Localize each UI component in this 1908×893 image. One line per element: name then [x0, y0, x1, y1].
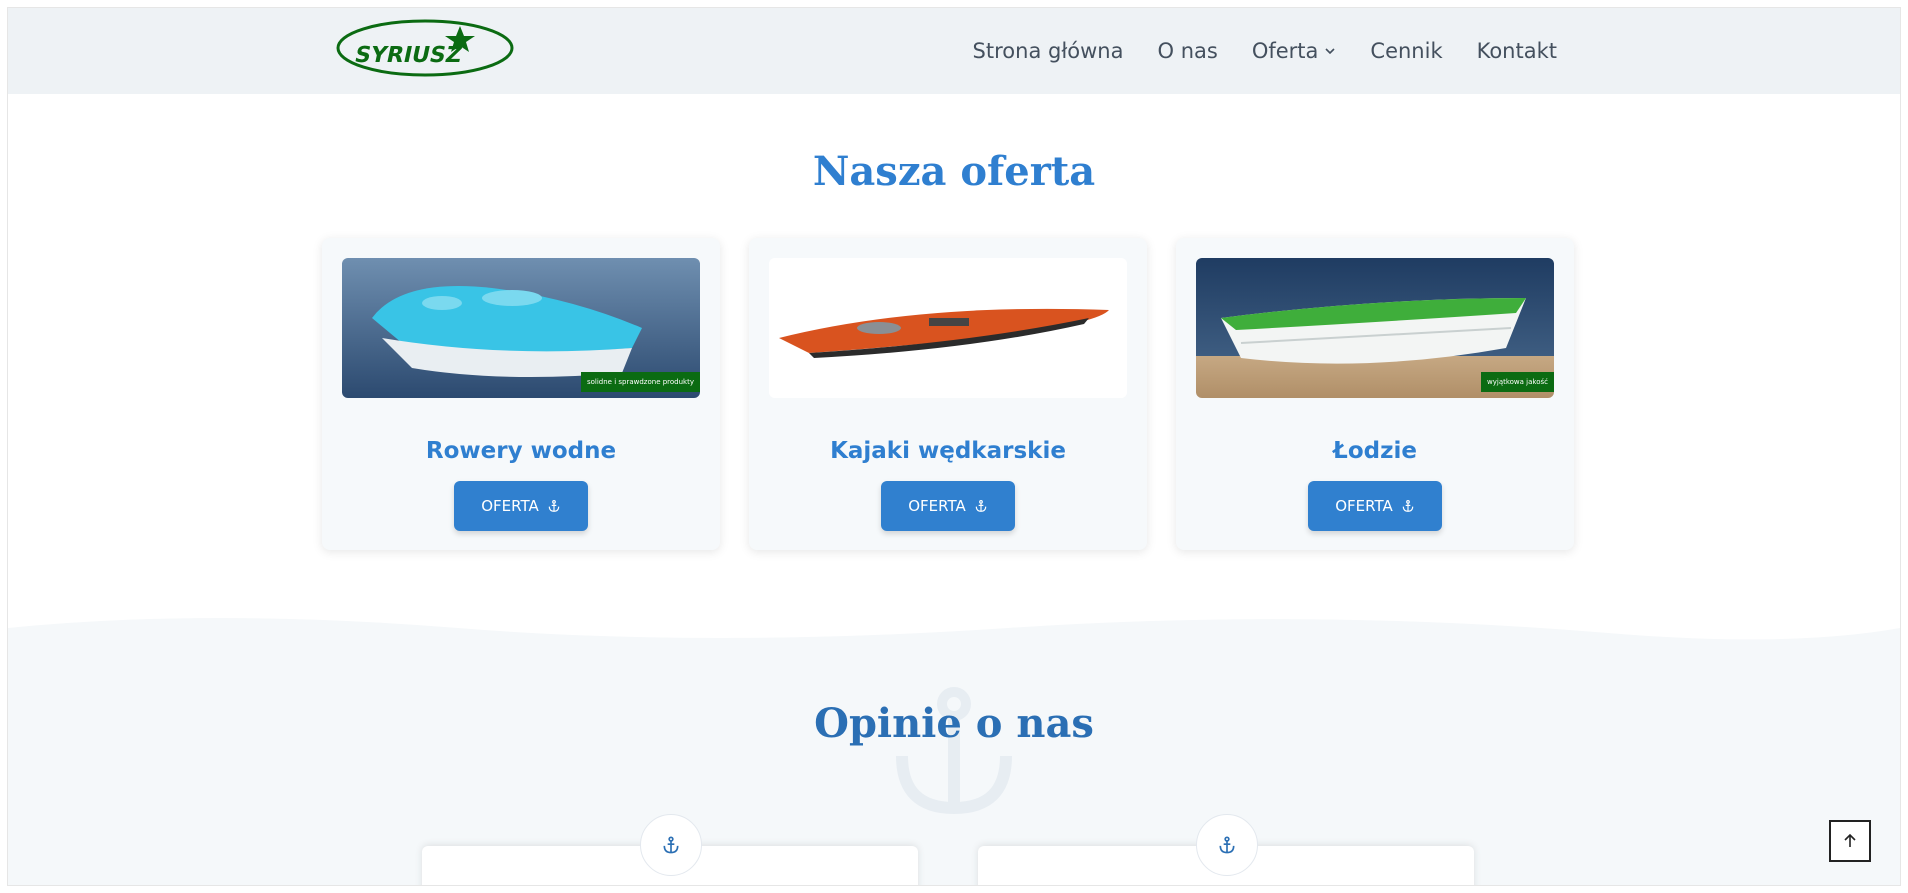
kayak-image[interactable]: [769, 258, 1127, 398]
offer-card-fishing-kayaks: Kajaki wędkarskie OFERTA: [749, 238, 1147, 550]
scroll-to-top-button[interactable]: [1829, 820, 1871, 862]
offer-button-pedal-boats[interactable]: OFERTA: [454, 481, 588, 531]
opinions-section-title: Opinie o nas: [814, 700, 1094, 747]
anchor-icon: [1402, 500, 1413, 512]
nav-item-pricing[interactable]: Cennik: [1370, 39, 1442, 63]
offer-button-fishing-kayaks[interactable]: OFERTA: [881, 481, 1015, 531]
nav-item-about[interactable]: O nas: [1157, 39, 1217, 63]
pedal-boat-image[interactable]: solidne i sprawdzone produkty: [342, 258, 700, 398]
card-title: Kajaki wędkarskie: [830, 438, 1066, 464]
card-title: Łodzie: [1333, 438, 1417, 464]
main-nav: Strona główna O nas Oferta Cennik Kontak…: [973, 8, 1557, 94]
page-frame: SYRIUSZ Strona główna O nas Oferta Cenni…: [8, 8, 1900, 885]
svg-text:SYRIUSZ: SYRIUSZ: [352, 42, 464, 68]
nav-item-home[interactable]: Strona główna: [973, 39, 1124, 63]
site-logo[interactable]: SYRIUSZ: [335, 18, 515, 78]
arrow-up-icon: [1844, 833, 1856, 847]
image-badge: wyjątkowa jakość: [1481, 372, 1554, 392]
anchor-icon: [663, 836, 679, 854]
chevron-down-icon: [1325, 48, 1335, 55]
card-title: Rowery wodne: [425, 438, 617, 464]
nav-item-contact[interactable]: Kontakt: [1477, 39, 1557, 63]
review-anchor-badge: [1196, 814, 1258, 876]
offer-card-boats: wyjątkowa jakość Łodzie OFERTA: [1176, 238, 1574, 550]
site-header: SYRIUSZ Strona główna O nas Oferta Cenni…: [8, 8, 1900, 94]
review-anchor-badge: [640, 814, 702, 876]
offer-card-pedal-boats: solidne i sprawdzone produkty Rowery wod…: [322, 238, 720, 550]
nav-item-offer[interactable]: Oferta: [1252, 39, 1337, 63]
offer-button-boats[interactable]: OFERTA: [1308, 481, 1442, 531]
image-badge: solidne i sprawdzone produkty: [580, 372, 700, 392]
anchor-icon: [975, 500, 986, 512]
anchor-icon: [548, 500, 559, 512]
anchor-icon: [1219, 836, 1235, 854]
offer-section-title: Nasza oferta: [812, 148, 1096, 195]
boat-image[interactable]: wyjątkowa jakość: [1196, 258, 1554, 398]
